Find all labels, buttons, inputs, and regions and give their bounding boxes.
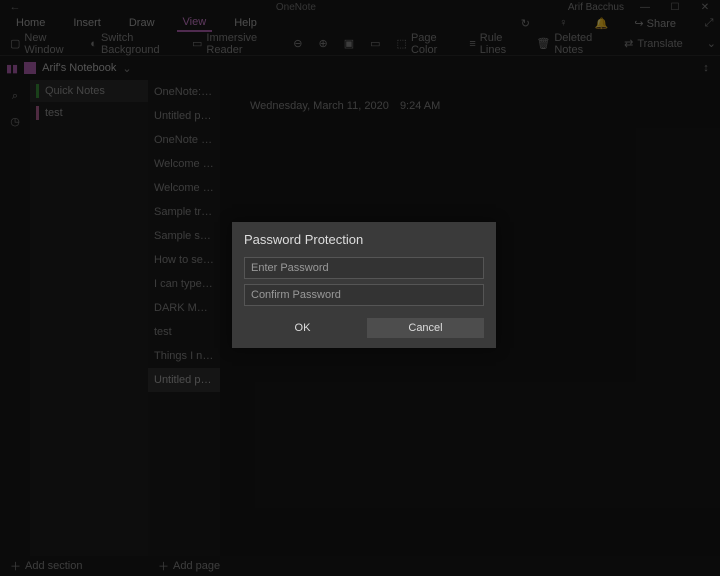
confirm-password-input[interactable] — [244, 284, 484, 306]
dialog-title: Password Protection — [232, 222, 496, 257]
ok-button[interactable]: OK — [244, 318, 361, 338]
enter-password-input[interactable] — [244, 257, 484, 279]
cancel-button[interactable]: Cancel — [367, 318, 484, 338]
password-protection-dialog: Password Protection OK Cancel — [232, 222, 496, 348]
